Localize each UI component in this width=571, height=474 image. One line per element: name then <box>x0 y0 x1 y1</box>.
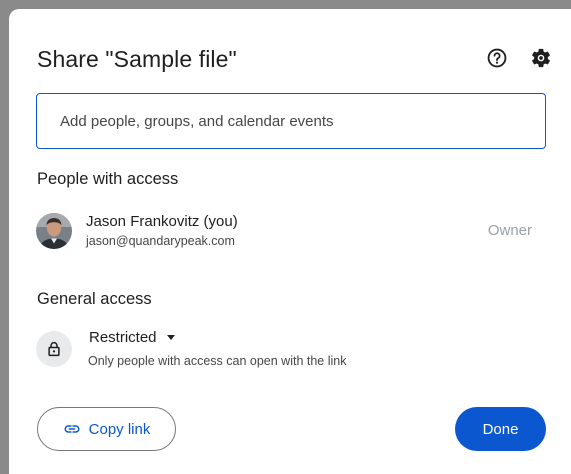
copy-link-label: Copy link <box>88 420 151 438</box>
lock-icon-container <box>36 331 72 367</box>
help-circle-icon <box>487 48 507 68</box>
help-button[interactable] <box>485 46 509 70</box>
access-description: Only people with access can open with th… <box>88 354 347 368</box>
general-access-heading: General access <box>37 290 152 308</box>
access-level-label: Restricted <box>89 329 157 346</box>
copy-link-button[interactable]: Copy link <box>37 407 176 451</box>
gear-icon <box>532 48 550 68</box>
people-with-access-heading: People with access <box>37 170 179 188</box>
done-button[interactable]: Done <box>455 407 546 451</box>
avatar <box>36 213 72 249</box>
link-icon <box>64 425 80 433</box>
caret-down-icon <box>166 335 175 340</box>
add-people-input[interactable] <box>36 93 546 149</box>
dialog-title: Share "Sample file" <box>37 46 237 72</box>
person-email: jason@quandarypeak.com <box>86 234 235 248</box>
share-dialog: Share "Sample file" People with access J… <box>9 9 571 474</box>
lock-icon <box>48 341 60 357</box>
settings-button[interactable] <box>529 46 553 70</box>
access-level-dropdown[interactable]: Restricted <box>85 326 179 349</box>
person-name: Jason Frankovitz (you) <box>86 213 238 230</box>
person-role: Owner <box>487 222 532 239</box>
